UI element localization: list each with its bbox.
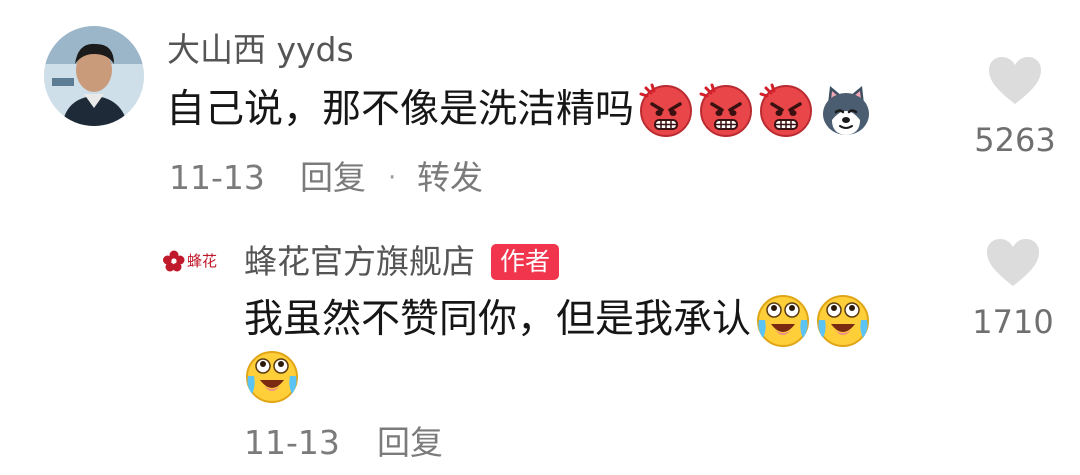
- angry-face-emoji: [758, 82, 814, 138]
- reply-button[interactable]: 回复: [300, 155, 366, 201]
- laugh-cry-emoji: [815, 292, 871, 348]
- comment-body: 自己说，那不像是洗洁精吗: [166, 82, 874, 138]
- reply-text: 我虽然不赞同你，但是我承认: [244, 297, 752, 342]
- like-button[interactable]: 5263: [960, 56, 1070, 160]
- author-badge: 作者: [491, 244, 560, 280]
- comment-text: 自己说，那不像是洗洁精吗: [166, 87, 635, 132]
- angry-face-emoji: [638, 82, 694, 138]
- reply-like-button[interactable]: 1710: [958, 238, 1068, 342]
- meta-separator: ·: [388, 163, 397, 193]
- heart-icon: [987, 239, 1039, 286]
- user-avatar-photo: [44, 26, 144, 126]
- reply-user[interactable]: 蜂花官方旗舰店 作者: [244, 240, 560, 284]
- like-count: 5263: [974, 121, 1056, 159]
- dog-face-emoji: [818, 82, 874, 138]
- reply-like-count: 1710: [972, 303, 1054, 341]
- brand-logo-text: 蜂花: [187, 252, 218, 270]
- reply-body-continued: [244, 348, 300, 404]
- heart-icon: [989, 57, 1041, 104]
- comment-date: 11-13: [169, 158, 265, 197]
- brand-logo[interactable]: 蜂花: [163, 244, 229, 278]
- reply-username[interactable]: 蜂花官方旗舰店: [244, 240, 475, 284]
- laugh-cry-emoji: [244, 348, 300, 404]
- flower-icon: [163, 250, 185, 272]
- reply-body: 我虽然不赞同你，但是我承认: [244, 290, 871, 350]
- reply-date: 11-13: [244, 423, 340, 462]
- reply-reply-button[interactable]: 回复: [377, 420, 443, 466]
- laugh-cry-emoji: [755, 292, 811, 348]
- forward-button[interactable]: 转发: [417, 155, 483, 201]
- angry-face-emoji: [698, 82, 754, 138]
- avatar[interactable]: [44, 26, 144, 126]
- comment-username[interactable]: 大山西 yyds: [167, 28, 354, 72]
